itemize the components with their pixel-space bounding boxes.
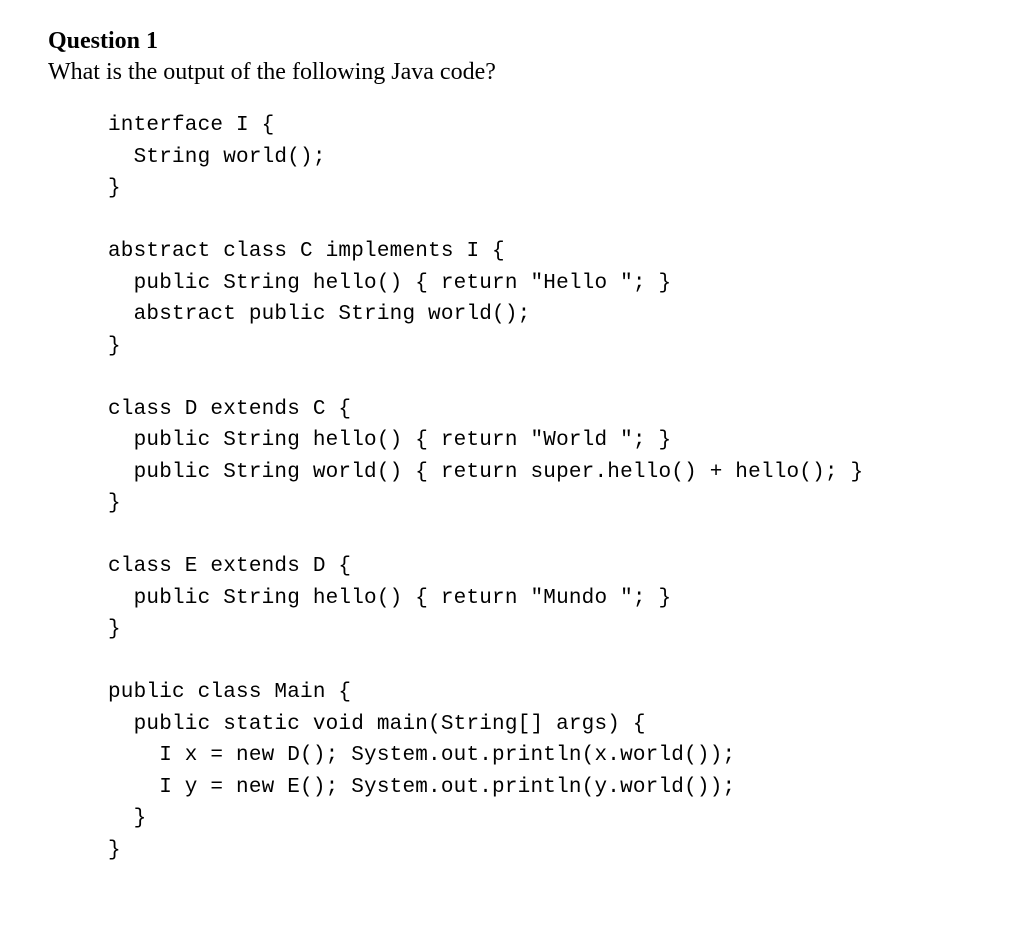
code-block: interface I { String world(); } abstract… bbox=[108, 110, 988, 866]
question-prompt: What is the output of the following Java… bbox=[48, 59, 988, 86]
question-title: Question 1 bbox=[48, 28, 988, 55]
